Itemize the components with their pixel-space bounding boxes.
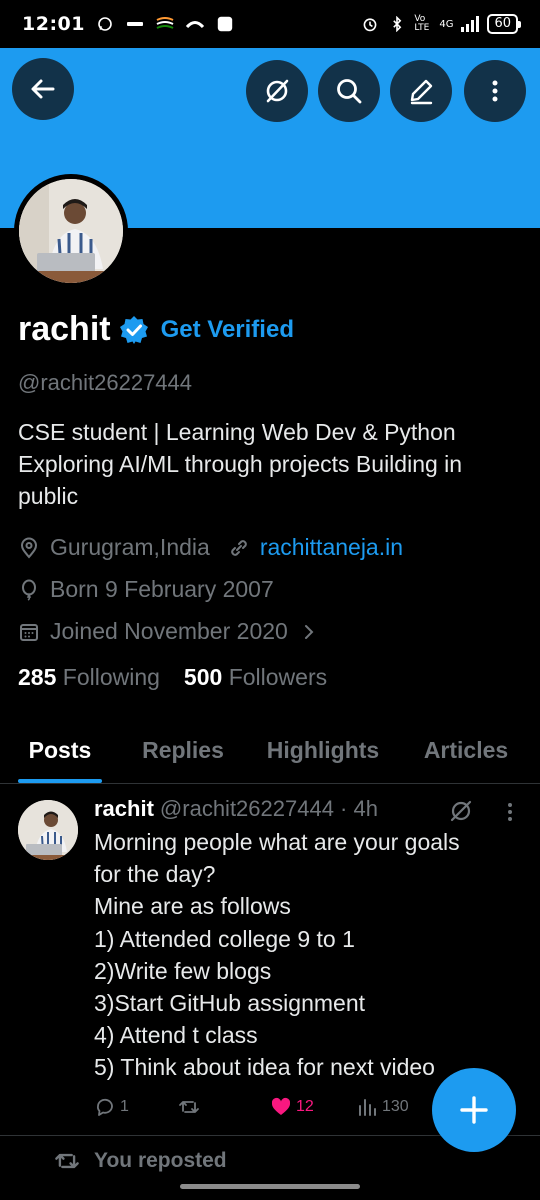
location-pin-icon [20, 537, 38, 559]
home-indicator[interactable] [180, 1184, 360, 1189]
following-link[interactable]: 285 Following [18, 664, 160, 691]
more-vertical-icon [492, 80, 498, 102]
signal-icon [461, 16, 480, 32]
flag-icon [156, 17, 174, 29]
more-options-button[interactable] [464, 60, 526, 122]
app-icon [217, 16, 233, 32]
like-button[interactable]: 12 [270, 1096, 356, 1118]
tab-articles[interactable]: Articles [418, 718, 514, 783]
post-avatar[interactable] [18, 800, 78, 860]
profile-location: Gurugram,India [50, 534, 210, 560]
alarm-icon [363, 18, 377, 32]
followers-count: 500 [183, 664, 223, 690]
verified-badge-icon[interactable] [119, 315, 149, 345]
status-time: 12:01 [22, 13, 85, 35]
status-bar: 12:01 Vo LTE 4G 60 [0, 0, 540, 48]
profile-birthday: Born 9 February 2007 [50, 576, 274, 602]
heart-filled-icon [271, 1097, 291, 1115]
profile-tabs: Posts Replies Highlights Articles [0, 718, 540, 784]
volte-indicator: Vo LTE [414, 14, 430, 33]
views-button[interactable]: 130 [356, 1096, 409, 1118]
calendar-icon [20, 623, 38, 641]
post-line: 3)Start GitHub assignment [94, 990, 366, 1017]
views-count: 130 [382, 1098, 409, 1115]
repost-button[interactable] [178, 1096, 270, 1118]
search-icon [337, 79, 362, 104]
post-author-name[interactable]: rachit [94, 796, 154, 822]
chevron-right-icon [304, 624, 314, 639]
app-notification-icon [126, 22, 143, 26]
followers-label: Followers [228, 664, 328, 690]
profile-website-link[interactable]: rachittaneja.in [260, 534, 403, 561]
bluetooth-icon [393, 16, 402, 32]
reply-icon [97, 1098, 113, 1116]
post-line: for the day? [94, 861, 216, 888]
grok-button[interactable] [246, 60, 308, 122]
post-actions: 1 12 130 [94, 1096, 424, 1118]
profile-name-row: rachit Get Verified [18, 310, 294, 349]
back-arrow-icon [31, 79, 55, 99]
post-author-meta: @rachit26227444 · 4h [159, 796, 378, 821]
reposted-label: You reposted [94, 1149, 227, 1172]
reply-button[interactable]: 1 [94, 1096, 178, 1118]
post-line: 4) Attend t class [94, 1022, 258, 1049]
whatsapp-icon [98, 17, 112, 31]
post-line: 2)Write few blogs [94, 957, 272, 984]
avatar-photo [19, 179, 123, 283]
profile-meta-location-website: Gurugram,India rachittaneja.in [18, 534, 403, 561]
profile-bio: CSE student | Learning Web Dev & Python … [18, 419, 463, 509]
network-indicator: 4G [439, 18, 454, 30]
views-chart-icon [359, 1099, 376, 1116]
follow-counts: 285 Following 500 Followers [18, 664, 327, 691]
post-grok-icon[interactable] [448, 798, 474, 824]
post-line: Mine are as follows [94, 893, 291, 920]
missed-call-icon [185, 21, 205, 29]
profile-meta-joined[interactable]: Joined November 2020 [18, 618, 328, 645]
link-icon [231, 539, 247, 556]
like-count: 12 [296, 1098, 314, 1115]
profile-joined: Joined November 2020 [50, 618, 288, 644]
get-verified-link[interactable]: Get Verified [161, 316, 294, 344]
plus-icon [460, 1096, 488, 1124]
post-line: 1) Attended college 9 to 1 [94, 925, 355, 952]
repost-icon [179, 1101, 199, 1113]
post-more-icon[interactable] [502, 800, 518, 824]
tab-replies[interactable]: Replies [138, 718, 228, 783]
balloon-icon [22, 579, 36, 601]
back-button[interactable] [12, 58, 74, 120]
repost-icon [55, 1153, 79, 1169]
post-header: rachit @rachit26227444 · 4h [94, 796, 378, 822]
edit-profile-button[interactable] [390, 60, 452, 122]
battery-indicator: 60 [487, 14, 521, 34]
following-label: Following [62, 664, 160, 690]
profile-name: rachit [18, 310, 111, 348]
profile-avatar[interactable] [14, 174, 128, 288]
profile-meta-birthday: Born 9 February 2007 [18, 576, 274, 603]
tab-posts[interactable]: Posts [18, 718, 102, 783]
post-line: Morning people what are your goals [94, 829, 460, 855]
compose-post-button[interactable] [432, 1068, 516, 1152]
post-avatar-photo [18, 800, 78, 860]
profile-handle: @rachit26227444 [18, 370, 193, 395]
followers-link[interactable]: 500 Followers [184, 664, 327, 691]
tab-highlights[interactable]: Highlights [262, 718, 384, 783]
reposted-indicator: You reposted [54, 1148, 227, 1174]
following-count: 285 [18, 664, 57, 690]
reply-count: 1 [120, 1098, 129, 1115]
search-button[interactable] [318, 60, 380, 122]
grok-icon [266, 79, 289, 103]
edit-icon [410, 79, 433, 105]
